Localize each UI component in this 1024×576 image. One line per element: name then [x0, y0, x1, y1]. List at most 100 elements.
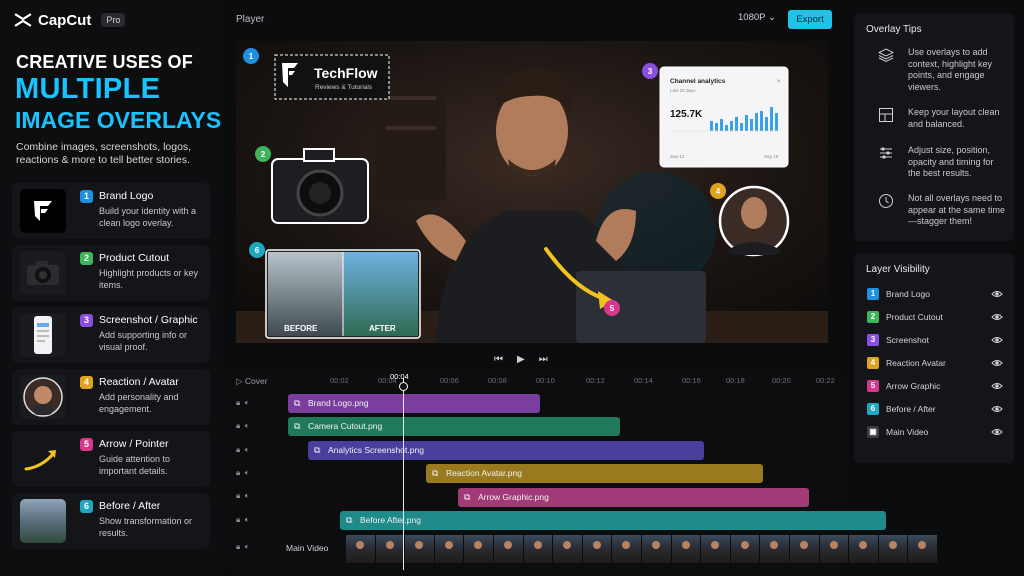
lock-icon[interactable]: 🔒︎	[236, 398, 240, 407]
eye-icon[interactable]	[991, 311, 1003, 323]
feature-number-badge: 5	[80, 438, 93, 451]
audio-icon[interactable]: 🔈︎	[245, 398, 250, 407]
feature-description: Add personality and engagement.	[99, 392, 179, 414]
play-icon[interactable]: ▶	[517, 354, 525, 365]
video-frame	[405, 535, 435, 563]
overlay-marker-6: 6	[255, 246, 260, 255]
track-controls[interactable]: 🔒︎ 🔈︎	[236, 515, 250, 525]
layer-row-product-cutout[interactable]: 2 Product Cutout	[867, 311, 1005, 325]
clip-brand-logo[interactable]: ⧉ Brand Logo.png	[288, 394, 540, 413]
track-controls[interactable]: 🔒︎ 🔈︎	[236, 398, 250, 408]
layer-row-main-video[interactable]: ▣ Main Video	[867, 426, 1005, 440]
image-icon: ⧉	[294, 398, 301, 408]
techflow-logo-title: TechFlow	[314, 65, 378, 81]
sliders-icon	[880, 147, 892, 159]
track-controls[interactable]: 🔒︎ 🔈︎	[236, 491, 250, 501]
feature-card-product-cutout: 2 Product Cutout Highlight products or k…	[12, 245, 210, 301]
layer-name: Reaction Avatar	[886, 358, 946, 368]
video-frame	[375, 535, 406, 563]
skip-forward-icon[interactable]: ⏭	[539, 354, 548, 365]
audio-icon[interactable]: 🔈︎	[245, 445, 250, 454]
feature-title: Before / After	[99, 500, 161, 512]
audio-icon[interactable]: 🔈︎	[245, 491, 250, 500]
track-controls[interactable]: 🔒︎ 🔈︎	[236, 421, 250, 431]
feature-card-before-after: 6 Before / After Show transformation or …	[12, 493, 210, 549]
tip-text: Adjust size, position, opacity and timin…	[908, 145, 994, 178]
playhead-handle[interactable]	[399, 382, 408, 391]
clip-analytics-screenshot[interactable]: ⧉ Analytics Screenshot.png	[308, 441, 704, 460]
audio-icon[interactable]: 🔈︎	[245, 515, 250, 524]
tip-text: Keep your layout clean and balanced.	[908, 107, 1000, 129]
capcut-brand: CapCut Pro	[14, 11, 126, 29]
lock-icon[interactable]: 🔒︎	[236, 421, 240, 430]
clip-label: Brand Logo.png	[308, 398, 369, 408]
feature-card-reaction-avatar: 4 Reaction / Avatar Add personality and …	[12, 369, 210, 425]
playhead-time: 00:04	[390, 372, 409, 381]
ruler-tick: 00:16	[682, 376, 701, 385]
lock-icon[interactable]: 🔒︎	[236, 515, 240, 524]
layer-name: Brand Logo	[886, 289, 930, 299]
capcut-logo-icon	[14, 13, 32, 27]
lock-icon[interactable]: 🔒︎	[236, 542, 240, 551]
video-frame	[641, 535, 672, 563]
main-video-filmstrip[interactable]	[346, 535, 938, 563]
analytics-value: 125.7K	[670, 109, 703, 120]
resolution-select[interactable]: 1080P ⌄	[738, 12, 776, 23]
skip-back-icon[interactable]: ⏮	[494, 354, 503, 365]
eye-icon[interactable]	[991, 403, 1003, 415]
ruler-tick: 00:02	[330, 376, 349, 385]
layer-row-screenshot[interactable]: 3 Screenshot	[867, 334, 1005, 348]
clip-before-after[interactable]: ⧉ Before After.png	[340, 511, 886, 530]
layer-row-arrow-graphic[interactable]: 5 Arrow Graphic	[867, 380, 1005, 394]
layer-name: Screenshot	[886, 335, 929, 345]
video-frame	[671, 535, 702, 563]
image-icon: ⧉	[346, 515, 353, 525]
arrow-thumbnail	[20, 437, 66, 481]
clip-label: Arrow Graphic.png	[478, 492, 549, 502]
feature-number-badge: 3	[80, 314, 93, 327]
lock-icon[interactable]: 🔒︎	[236, 491, 240, 500]
pro-badge: Pro	[101, 13, 126, 27]
eye-icon[interactable]	[991, 334, 1003, 346]
audio-icon[interactable]: 🔈︎	[245, 542, 250, 551]
eye-icon[interactable]	[991, 380, 1003, 392]
export-button[interactable]: Export	[788, 10, 832, 29]
layer-number: 6	[867, 403, 879, 415]
video-frame	[760, 535, 790, 563]
eye-icon[interactable]	[991, 426, 1003, 438]
ruler-tick: 00:20	[772, 376, 791, 385]
track-controls[interactable]: 🔒︎ 🔈︎	[236, 542, 250, 552]
clip-camera-cutout[interactable]: ⧉ Camera Cutout.png	[288, 417, 620, 436]
overlay-marker-5: 5	[610, 304, 615, 313]
feature-number-badge: 4	[80, 376, 93, 389]
video-frame	[346, 535, 376, 563]
time-ruler[interactable]: 00:02 00:04 00:06 00:08 00:10 00:12 00:1…	[228, 374, 842, 388]
ruler-tick: 00:08	[488, 376, 507, 385]
eye-icon[interactable]	[991, 288, 1003, 300]
video-frame	[878, 535, 909, 563]
layer-row-brand-logo[interactable]: 1 Brand Logo	[867, 288, 1005, 302]
audio-icon[interactable]: 🔈︎	[245, 421, 250, 430]
track-controls[interactable]: 🔒︎ 🔈︎	[236, 468, 250, 478]
clip-reaction-avatar[interactable]: ⧉ Reaction Avatar.png	[426, 464, 763, 483]
clip-arrow-graphic[interactable]: ⧉ Arrow Graphic.png	[458, 488, 809, 507]
before-label: BEFORE	[284, 324, 318, 333]
track-controls[interactable]: 🔒︎ 🔈︎	[236, 445, 250, 455]
tip-text: Use overlays to add context, highlight k…	[908, 47, 993, 92]
headline-subtitle: Combine images, screenshots, logos, reac…	[16, 141, 192, 166]
tip-text: Not all overlays need to appear at the s…	[908, 193, 1006, 226]
layer-row-reaction-avatar[interactable]: 4 Reaction Avatar	[867, 357, 1005, 371]
feature-description: Add supporting info or visual proof.	[99, 330, 188, 352]
lock-icon[interactable]: 🔒︎	[236, 468, 240, 477]
lock-icon[interactable]: 🔒︎	[236, 445, 240, 454]
layer-row-before-after[interactable]: 6 Before / After	[867, 403, 1005, 417]
clock-icon	[879, 194, 893, 208]
analytics-date-from: Sep 12	[670, 154, 685, 159]
video-preview[interactable]: TechFlow Reviews & Tutorials Channel ana…	[236, 41, 828, 343]
landscape-thumbnail	[20, 499, 66, 543]
player-toolbar: Player 1080P ⌄ Export	[228, 9, 834, 31]
avatar-thumbnail	[20, 375, 66, 419]
eye-icon[interactable]	[991, 357, 1003, 369]
playhead[interactable]	[403, 378, 404, 570]
audio-icon[interactable]: 🔈︎	[245, 468, 250, 477]
